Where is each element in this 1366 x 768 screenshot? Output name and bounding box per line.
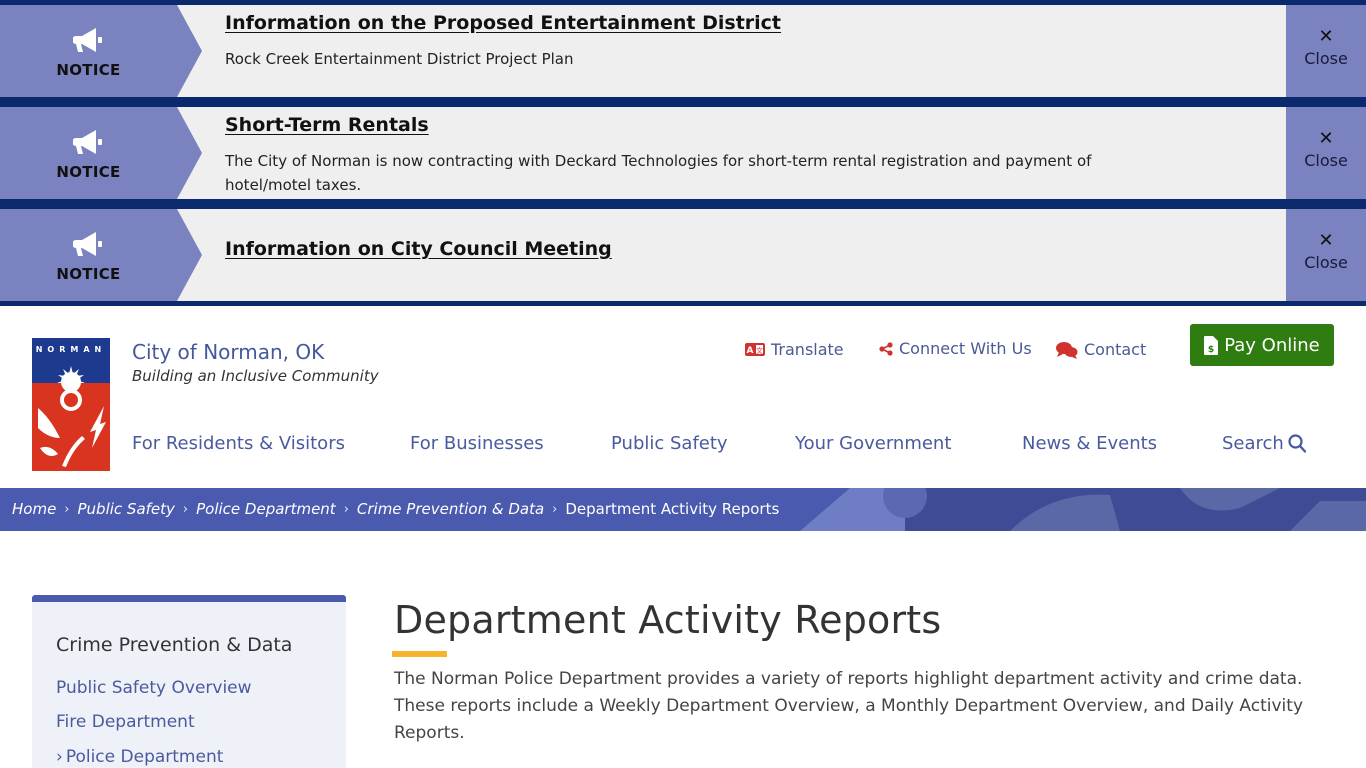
- alert-short-term-rentals: NOTICE Short-Term Rentals The City of No…: [0, 107, 1366, 199]
- alert-body: Rock Creek Entertainment District Projec…: [225, 50, 574, 68]
- svg-text:$: $: [1208, 345, 1214, 355]
- nav-news-events[interactable]: News & Events: [1022, 433, 1157, 454]
- intro-paragraph: The Norman Police Department provides a …: [394, 669, 1304, 743]
- nav-your-government[interactable]: Your Government: [795, 433, 951, 454]
- connect-label: Connect With Us: [899, 339, 1032, 358]
- megaphone-icon: [73, 130, 102, 154]
- megaphone-icon: [73, 28, 102, 52]
- contact-label: Contact: [1084, 340, 1147, 359]
- notice-arrow: [177, 5, 202, 97]
- alert-entertainment-district: NOTICE Information on the Proposed Enter…: [0, 5, 1366, 97]
- main-navigation: For Residents & Visitors For Businesses …: [0, 433, 1366, 459]
- chevron-right-icon: ›: [56, 747, 63, 767]
- alert-title-link[interactable]: Information on City Council Meeting: [225, 238, 612, 260]
- connect-with-us-link[interactable]: Connect With Us: [879, 339, 1032, 358]
- notice-tag: NOTICE: [0, 107, 177, 199]
- notice-arrow: [177, 209, 202, 301]
- invoice-dollar-icon: $: [1204, 335, 1219, 355]
- breadcrumb-bar: Home › Public Safety › Police Department…: [0, 488, 1366, 531]
- megaphone-icon: [73, 232, 102, 256]
- breadcrumb-police-department[interactable]: Police Department: [196, 500, 336, 518]
- svg-text:文: 文: [756, 346, 763, 355]
- sidebar-title[interactable]: Crime Prevention & Data: [56, 634, 292, 656]
- svg-text:A: A: [747, 346, 754, 356]
- section-sidebar: Crime Prevention & Data Public Safety Ov…: [32, 595, 346, 768]
- close-label: Close: [1304, 151, 1348, 170]
- translate-label: Translate: [771, 340, 844, 359]
- sidebar-item-public-safety-overview[interactable]: Public Safety Overview: [56, 678, 252, 698]
- contact-link[interactable]: Contact: [1056, 340, 1146, 359]
- notice-arrow: [177, 107, 202, 199]
- site-tagline: Building an Inclusive Community: [132, 367, 379, 385]
- breadcrumb-crime-prevention[interactable]: Crime Prevention & Data: [357, 500, 544, 518]
- pay-online-button[interactable]: $ Pay Online: [1190, 324, 1334, 366]
- search-label: Search: [1222, 433, 1284, 454]
- chevron-right-icon: ›: [552, 501, 558, 517]
- nav-public-safety[interactable]: Public Safety: [611, 433, 728, 454]
- chevron-right-icon: ›: [64, 501, 70, 517]
- alert-close-button[interactable]: ✕ Close: [1286, 209, 1366, 301]
- breadcrumb-public-safety[interactable]: Public Safety: [78, 500, 175, 518]
- pay-online-label: Pay Online: [1224, 334, 1320, 356]
- notice-label: NOTICE: [56, 61, 121, 79]
- nav-residents-visitors[interactable]: For Residents & Visitors: [132, 433, 345, 454]
- sidebar-item-police-department[interactable]: › Police Department: [56, 747, 223, 767]
- search-icon: [1288, 434, 1306, 453]
- close-icon: ✕: [1318, 128, 1334, 149]
- breadcrumb-current: Department Activity Reports: [565, 500, 780, 518]
- breadcrumb-home[interactable]: Home: [12, 500, 56, 518]
- nav-search[interactable]: Search: [1222, 433, 1306, 454]
- alert-close-button[interactable]: ✕ Close: [1286, 107, 1366, 199]
- sidebar-item-label: Police Department: [65, 747, 224, 767]
- chevron-right-icon: ›: [182, 501, 189, 517]
- chat-bubbles-icon: [1056, 341, 1078, 359]
- alert-banners: NOTICE Information on the Proposed Enter…: [0, 0, 1366, 306]
- page-title: Department Activity Reports: [394, 598, 942, 642]
- notice-tag: NOTICE: [0, 5, 177, 97]
- alert-city-council: NOTICE Information on City Council Meeti…: [0, 209, 1366, 301]
- notice-label: NOTICE: [56, 265, 121, 283]
- chevron-right-icon: ›: [343, 501, 349, 517]
- sidebar-item-fire-department[interactable]: Fire Department: [56, 712, 195, 732]
- close-label: Close: [1304, 253, 1348, 272]
- alert-title-link[interactable]: Information on the Proposed Entertainmen…: [225, 12, 781, 34]
- breadcrumb: Home › Public Safety › Police Department…: [12, 500, 779, 518]
- translate-link[interactable]: A 文 Translate: [745, 340, 844, 359]
- notice-label: NOTICE: [56, 163, 121, 181]
- close-icon: ✕: [1318, 26, 1334, 47]
- site-name[interactable]: City of Norman, OK: [132, 340, 324, 364]
- alert-title-link[interactable]: Short-Term Rentals: [225, 114, 429, 136]
- alert-body: The City of Norman is now contracting wi…: [225, 152, 1092, 194]
- notice-tag: NOTICE: [0, 209, 177, 301]
- close-label: Close: [1304, 49, 1348, 68]
- share-icon: [879, 341, 893, 356]
- nav-businesses[interactable]: For Businesses: [410, 433, 544, 454]
- close-icon: ✕: [1318, 230, 1334, 251]
- svg-text:NORMAN: NORMAN: [36, 345, 107, 354]
- title-accent-bar: [392, 651, 447, 657]
- alert-close-button[interactable]: ✕ Close: [1286, 5, 1366, 97]
- translate-icon: A 文: [745, 343, 765, 356]
